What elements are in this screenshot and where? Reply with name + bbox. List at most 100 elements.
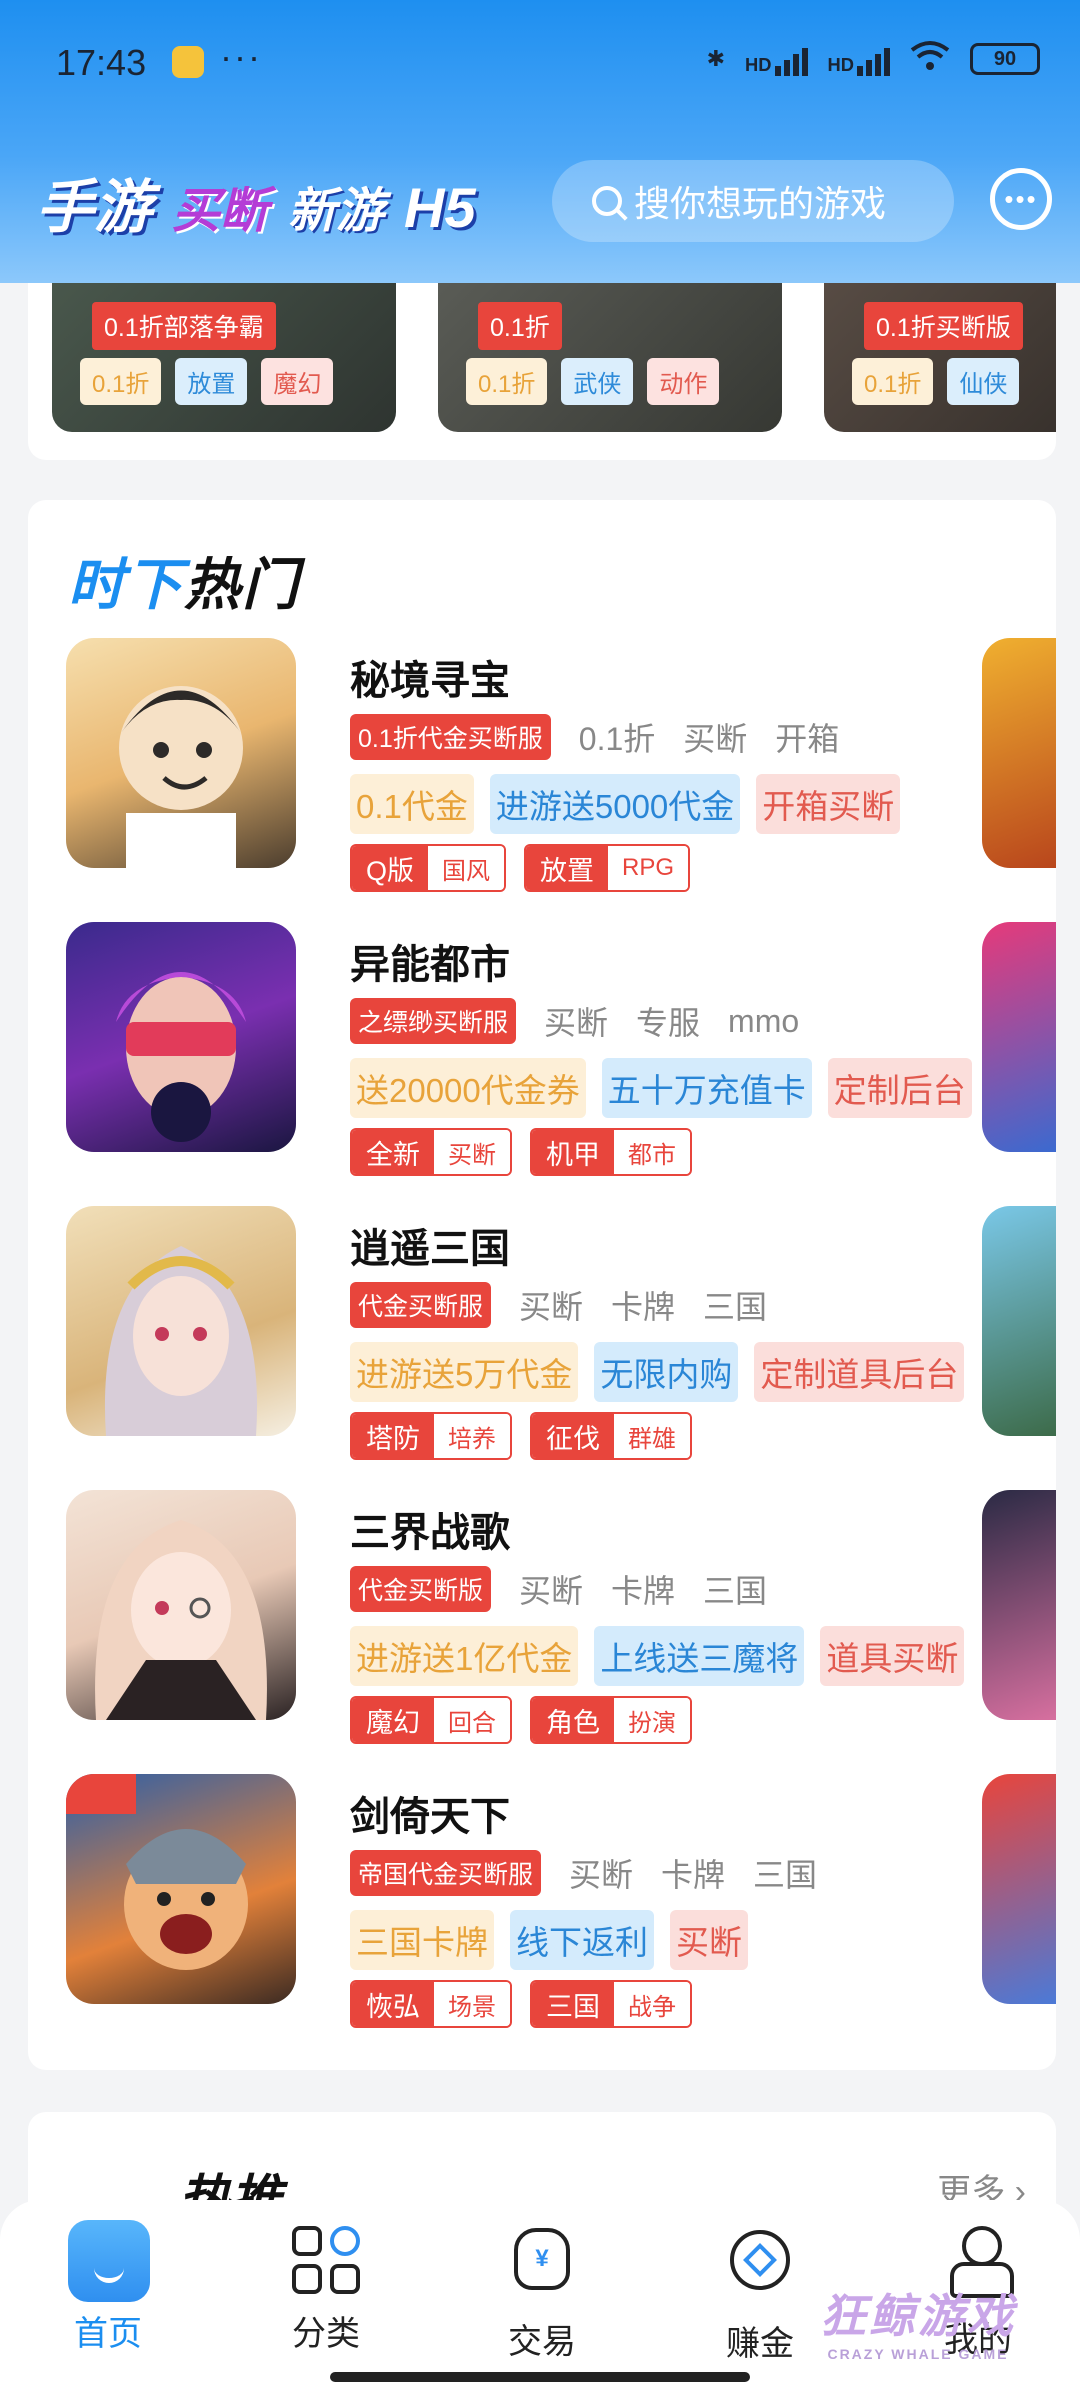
nav-label: 分类 [292, 2315, 360, 2353]
app-logo[interactable]: 手游 买断 新游 H5 [36, 160, 476, 244]
feature-text: 专服 [636, 1005, 701, 1041]
category-tag: 机甲 都市 [530, 1128, 692, 1176]
promo-tag: 0.1代金 [350, 774, 474, 834]
signal-2-icon: HD [828, 42, 890, 76]
game-icon [66, 1774, 296, 2004]
game-list-item[interactable]: 剑倚天下 帝国代金买断服 买断 卡牌 三国 三国卡牌 线下返利 买断 恢弘 场景 … [66, 1774, 1056, 2028]
feature-text: 开箱 [775, 721, 840, 757]
banner-tag: 0.1折 [466, 358, 548, 405]
promo-tag: 进游送1亿代金 [350, 1626, 579, 1686]
bluetooth-icon: ✱ [706, 46, 726, 71]
nav-category[interactable]: 分类 [256, 2220, 396, 2355]
gesture-bar[interactable] [330, 2372, 750, 2382]
server-badge: 帝国代金买断服 [350, 1850, 542, 1896]
category-main: 征伐 [532, 1414, 614, 1458]
hd-label-1: HD [745, 54, 772, 75]
search-bar[interactable]: 搜你想玩的游戏 [552, 160, 954, 242]
next-column-thumb[interactable] [982, 1490, 1056, 1720]
category-sub: 战争 [614, 1982, 690, 2026]
feature-text: 卡牌 [661, 1857, 726, 1893]
next-column-thumb[interactable] [982, 1774, 1056, 2004]
more-notifications-icon: ··· [220, 36, 262, 77]
category-tag: 全新 买断 [350, 1128, 512, 1176]
section-title-part-2: 热门 [184, 553, 300, 616]
promo-tag: 线下返利 [510, 1910, 654, 1970]
category-main: 恢弘 [352, 1982, 434, 2026]
logo-part-2: 买断 [172, 171, 268, 241]
wifi-icon [910, 40, 950, 78]
promo-tag: 开箱买断 [756, 774, 901, 834]
feature-text: 卡牌 [611, 1289, 676, 1325]
category-grid-icon [286, 2220, 366, 2294]
watermark-cn: 狂鲸游戏 [820, 2290, 1016, 2342]
banner-tag: 0.1折 [80, 358, 162, 405]
promo-tag: 上线送三魔将 [594, 1626, 805, 1686]
game-icon [66, 1206, 296, 1436]
logo-part-4: H5 [404, 176, 476, 239]
battery-icon: 90 [970, 43, 1040, 75]
signal-1-icon: HD [745, 42, 808, 76]
promo-tag: 定制道具后台 [754, 1342, 965, 1402]
category-main: Q版 [352, 846, 429, 890]
nav-label: 交易 [508, 2323, 576, 2361]
game-list-item[interactable]: 秘境寻宝 0.1折代金买断服 0.1折 买断 开箱 0.1代金 进游送5000代… [66, 638, 1056, 892]
category-sub: 都市 [614, 1130, 690, 1174]
promo-tag: 三国卡牌 [350, 1910, 494, 1970]
section-title: 时下热门 [68, 540, 300, 621]
section-title-part-1: 时下 [68, 553, 184, 616]
next-column-thumb[interactable] [982, 1206, 1056, 1436]
category-tag: 魔幻 回合 [350, 1696, 512, 1744]
category-tag: 三国 战争 [530, 1980, 692, 2028]
game-list-item[interactable]: 异能都市 之缥缈买断服 买断 专服 mmo 送20000代金券 五十万充值卡 定… [66, 922, 1056, 1176]
watermark-en: CRAZY WHALE GAME [827, 2346, 1009, 2362]
hot-games-section: 时下热门 秘境寻宝 0.1折代金买断服 0.1折 买断 开箱 0.1代金 进游送… [28, 500, 1056, 2070]
nav-home[interactable]: 首页 [38, 2220, 178, 2355]
category-sub: 国风 [428, 846, 505, 890]
category-sub: 培养 [434, 1414, 510, 1458]
game-name: 异能都市 [350, 943, 510, 987]
game-list-item[interactable]: 三界战歌 代金买断版 买断 卡牌 三国 进游送1亿代金 上线送三魔将 道具买断 … [66, 1490, 1056, 1744]
feature-text: 三国 [703, 1573, 768, 1609]
app-header: 17:43 ··· ✱ HD HD 90 手游 买断 新游 H5 搜你想玩的游戏… [0, 0, 1080, 283]
server-badge: 之缥缈买断服 [350, 998, 517, 1044]
promo-tag: 送20000代金券 [350, 1058, 586, 1118]
banner-tag: 0.1折 [852, 358, 934, 405]
banner-ribbon: 0.1折 [478, 302, 562, 350]
feature-text: 0.1折 [578, 721, 656, 757]
message-bubble-icon[interactable]: ••• [990, 168, 1052, 230]
game-name: 剑倚天下 [350, 1795, 510, 1839]
game-list-item[interactable]: 逍遥三国 代金买断服 买断 卡牌 三国 进游送5万代金 无限内购 定制道具后台 … [66, 1206, 1056, 1460]
category-main: 塔防 [352, 1414, 434, 1458]
status-time: 17:43 [56, 42, 147, 83]
server-badge: 代金买断服 [350, 1282, 492, 1328]
feature-text: mmo [728, 1002, 800, 1039]
promo-tag: 进游送5万代金 [350, 1342, 579, 1402]
game-name: 秘境寻宝 [350, 659, 510, 703]
category-sub: 回合 [434, 1698, 510, 1742]
watermark-logo: 狂鲸游戏 CRAZY WHALE GAME [820, 2280, 1016, 2362]
category-main: 放置 [526, 846, 609, 890]
category-tag: 恢弘 场景 [350, 1980, 512, 2028]
nav-label: 首页 [74, 2315, 142, 2353]
nav-trade[interactable]: ¥ 交易 [472, 2220, 612, 2363]
promo-tag: 买断 [670, 1910, 748, 1970]
feature-text: 买断 [569, 1857, 634, 1893]
money-bag-icon: ¥ [514, 2228, 570, 2290]
promo-tag: 无限内购 [594, 1342, 739, 1402]
category-main: 魔幻 [352, 1698, 434, 1742]
category-sub: 扮演 [614, 1698, 690, 1742]
next-column-thumb[interactable] [982, 922, 1056, 1152]
category-tag: 放置 RPG [524, 844, 691, 892]
banner-tag: 放置 [175, 358, 248, 405]
search-placeholder: 搜你想玩的游戏 [634, 183, 887, 224]
feature-text: 买断 [519, 1573, 584, 1609]
hd-label-2: HD [827, 54, 854, 75]
category-tag: 征伐 群雄 [530, 1412, 692, 1460]
category-sub: RPG [608, 846, 689, 890]
game-icon [66, 922, 296, 1152]
server-badge: 代金买断版 [350, 1566, 492, 1612]
category-tag: 塔防 培养 [350, 1412, 512, 1460]
game-icon [66, 1490, 296, 1720]
next-column-thumb[interactable] [982, 638, 1056, 868]
nav-earn[interactable]: 赚金 [690, 2220, 830, 2365]
